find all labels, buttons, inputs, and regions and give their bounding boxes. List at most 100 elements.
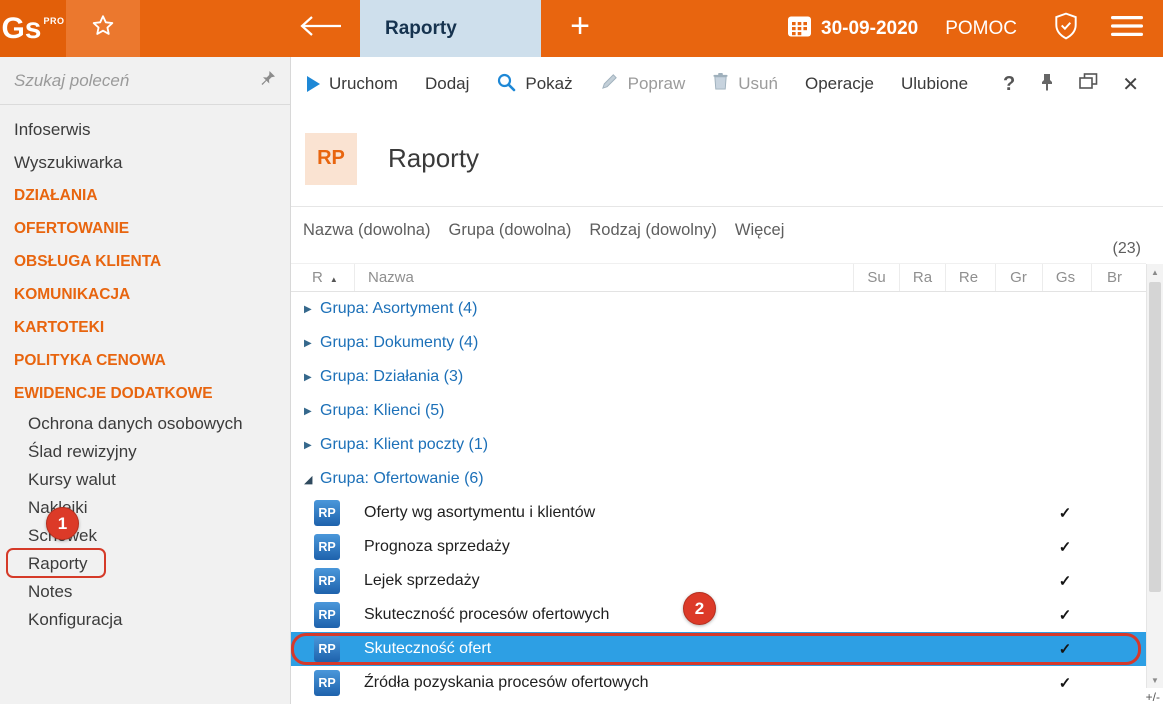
sidebar-item-ewidencje-dodatkowe[interactable]: EWIDENCJE DODATKOWE [0,377,290,410]
help-icon[interactable]: ? [1003,73,1015,96]
pin-panel-icon[interactable] [1039,73,1055,96]
sidebar-item-konfiguracja[interactable]: Konfiguracja [0,606,290,634]
sidebar-item-label: Kursy walut [28,470,116,489]
collapse-icon[interactable] [304,473,320,486]
scroll-up-icon[interactable]: ▲ [1147,264,1163,280]
sidebar-item-schowek[interactable]: Schowek [0,522,290,550]
expand-icon[interactable] [304,338,320,349]
group-label: Grupa: Dokumenty (4) [320,334,479,351]
group-row-asortyment[interactable]: Grupa: Asortyment (4) [291,292,1146,326]
back-button[interactable] [296,0,346,57]
report-name: Skuteczność ofert [364,640,492,657]
report-icon: RP [314,670,340,696]
sidebar-item-raporty[interactable]: Raporty [0,548,290,578]
column-header-gs[interactable]: Gs [1042,264,1088,291]
edit-button[interactable]: Popraw [600,72,686,96]
pencil-icon [600,72,619,96]
delete-button[interactable]: Usuń [712,72,778,96]
sidebar-item-polityka-cenowa[interactable]: POLITYKA CENOWA [0,344,290,377]
app-window: Gs PRO Raporty + 30-09-2020 POMOC Szukaj… [0,0,1163,704]
sidebar-item-notes[interactable]: Notes [0,578,290,606]
check-icon: ✓ [1058,505,1072,522]
main-menu-button[interactable] [1111,15,1143,42]
expand-icon[interactable] [304,440,320,451]
table-row-selected[interactable]: RP Skuteczność ofert ✓ [291,632,1146,666]
expand-icon[interactable] [304,304,320,315]
sidebar-item-kartoteki[interactable]: KARTOTEKI [0,311,290,344]
check-icon: ✓ [1058,539,1072,556]
new-tab-button[interactable]: + [557,0,603,57]
group-row-dzialania[interactable]: Grupa: Działania (3) [291,360,1146,394]
column-label: R [312,269,323,286]
scroll-down-icon[interactable]: ▼ [1147,672,1163,688]
column-header-ra[interactable]: Ra [899,264,945,291]
current-date: 30-09-2020 [821,17,919,39]
table-row[interactable]: RP Lejek sprzedaży ✓ [291,564,1146,598]
filter-wiecej[interactable]: Więcej [735,221,785,240]
favorites-menu-button[interactable]: Ulubione [901,74,968,94]
column-header-br[interactable]: Br [1091,264,1137,291]
report-name: Skuteczność procesów ofertowych [364,606,610,623]
date-picker[interactable]: 30-09-2020 [787,14,918,44]
expand-icon[interactable] [304,372,320,383]
sidebar-item-slad-rewizyjny[interactable]: Ślad rewizyjny [0,438,290,466]
logo-text: Gs [1,11,42,45]
add-button[interactable]: Dodaj [425,74,469,94]
operations-button[interactable]: Operacje [805,74,874,94]
expand-icon[interactable] [304,406,320,417]
play-icon [307,76,320,92]
sidebar-item-komunikacja[interactable]: KOMUNIKACJA [0,278,290,311]
sidebar-item-infoserwis[interactable]: Infoserwis [0,113,290,146]
search-input[interactable] [14,70,260,91]
favorites-button[interactable] [66,0,140,57]
sidebar-item-naklejki[interactable]: Naklejki [0,494,290,522]
column-header-re[interactable]: Re [945,264,991,291]
table-row[interactable]: RP Oferty wg asortymentu i klientów ✓ [291,496,1146,530]
calendar-icon [787,14,812,44]
sidebar-item-kursy-walut[interactable]: Kursy walut [0,466,290,494]
filter-rodzaj[interactable]: Rodzaj (dowolny) [589,221,716,240]
sidebar-item-wyszukiwarka[interactable]: Wyszukiwarka [0,146,290,179]
tab-raporty[interactable]: Raporty [360,0,541,57]
close-icon[interactable]: ✕ [1122,72,1139,97]
column-label: Gs [1055,269,1076,286]
show-button[interactable]: Pokaż [496,72,573,97]
group-row-klienci[interactable]: Grupa: Klienci (5) [291,394,1146,428]
sidebar-item-ochrona-danych[interactable]: Ochrona danych osobowych [0,410,290,438]
sidebar-item-label: EWIDENCJE DODATKOWE [14,384,213,402]
report-name: Oferty wg asortymentu i klientów [364,504,596,521]
sidebar-item-label: Konfiguracja [28,610,123,629]
star-icon [90,13,116,44]
column-label: Gr [1010,269,1027,286]
group-row-ofertowanie[interactable]: Grupa: Ofertowanie (6) [291,462,1146,496]
run-button[interactable]: Uruchom [307,74,398,94]
operations-label: Operacje [804,74,874,93]
security-button[interactable] [1053,12,1079,45]
column-header-nazwa[interactable]: Nazwa [354,264,414,291]
column-header-su[interactable]: Su [853,264,899,291]
table-row[interactable]: RP Skuteczność procesów ofertowych ✓ [291,598,1146,632]
filter-nazwa[interactable]: Nazwa (dowolna) [303,221,430,240]
sidebar-item-label: Infoserwis [14,119,91,139]
column-header-gr[interactable]: Gr [995,264,1041,291]
vertical-scrollbar[interactable]: ▲ ▼ [1146,264,1163,688]
group-row-dokumenty[interactable]: Grupa: Dokumenty (4) [291,326,1146,360]
edit-label: Popraw [627,74,686,93]
record-count: (23) [1112,240,1141,257]
pin-icon[interactable] [260,70,276,91]
sidebar-item-ofertowanie[interactable]: OFERTOWANIE [0,212,290,245]
help-menu-label: POMOC [945,17,1017,39]
help-menu[interactable]: POMOC [945,18,1017,40]
column-header-r[interactable]: R [312,264,338,291]
table-row[interactable]: RP Źródła pozyskania procesów ofertowych… [291,666,1146,700]
report-icon: RP [314,534,340,560]
filter-grupa[interactable]: Grupa (dowolna) [448,221,571,240]
table-row[interactable]: RP Prognoza sprzedaży ✓ [291,530,1146,564]
scrollbar-thumb[interactable] [1149,282,1161,592]
new-window-icon[interactable] [1079,73,1098,95]
sidebar-item-dzialania[interactable]: DZIAŁANIA [0,179,290,212]
group-row-klient-poczty[interactable]: Grupa: Klient poczty (1) [291,428,1146,462]
report-icon: RP [314,602,340,628]
sidebar-item-obsluga-klienta[interactable]: OBSŁUGA KLIENTA [0,245,290,278]
report-name: Lejek sprzedaży [364,572,480,589]
